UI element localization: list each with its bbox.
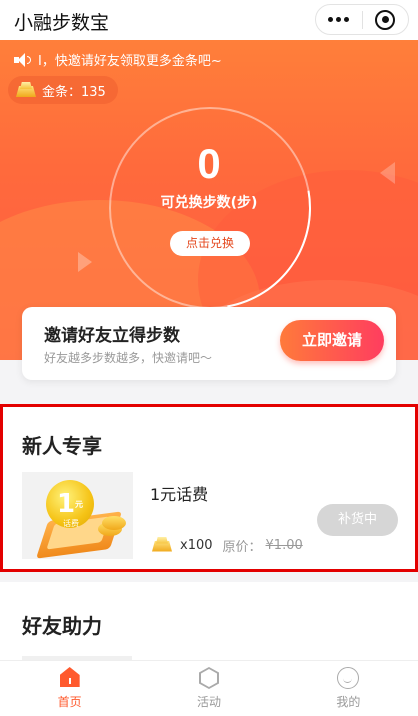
- coin-label: 话费: [63, 519, 79, 528]
- section-title: 新人专享: [22, 434, 102, 458]
- gold-balance: 金条：135: [8, 76, 118, 104]
- invite-button[interactable]: 立即邀请: [280, 320, 384, 361]
- gold-balance-text: 金条：135: [42, 84, 106, 100]
- activity-icon: [198, 667, 219, 689]
- steps-label: 可兑换步数(步): [160, 195, 258, 211]
- more-dots-icon: [328, 17, 334, 22]
- mini-program-capsule: [315, 4, 409, 35]
- more-menu-button[interactable]: [316, 5, 362, 34]
- invite-title: 邀请好友立得步数: [44, 326, 180, 346]
- notice-bar: I，快邀请好友领取更多金条吧~: [14, 50, 222, 69]
- speaker-icon: [14, 52, 32, 67]
- original-price-label: 原价：: [222, 540, 262, 555]
- invite-subtitle: 好友越多步数越多，快邀请吧～: [44, 351, 213, 365]
- tab-activity[interactable]: 活动: [139, 661, 278, 716]
- gold-bar-icon: [14, 82, 38, 98]
- tab-profile[interactable]: 我的: [279, 661, 418, 716]
- price-row: x100 原价： ¥1.00: [150, 536, 303, 555]
- close-mini-program-button[interactable]: [362, 5, 408, 34]
- section-title: 好友助力: [22, 614, 102, 638]
- redeem-button[interactable]: 点击兑换: [170, 231, 250, 256]
- tab-label: 首页: [57, 695, 82, 709]
- steps-count: 0: [197, 140, 221, 187]
- tab-label: 活动: [196, 695, 221, 709]
- product-name[interactable]: 1元话费: [150, 481, 208, 505]
- product-image[interactable]: 1元 话费: [22, 472, 133, 559]
- app-title: 小融步数宝: [14, 12, 110, 34]
- home-icon: [59, 667, 80, 687]
- invite-card: 邀请好友立得步数 好友越多步数越多，快邀请吧～ 立即邀请: [22, 307, 396, 380]
- tab-bar: 首页 活动 我的: [0, 660, 418, 716]
- nav-bar: 小融步数宝: [0, 0, 418, 40]
- restocking-button[interactable]: 补货中: [317, 504, 398, 536]
- gold-cost: x100: [180, 538, 213, 553]
- friends-section: 好友助力: [0, 582, 418, 662]
- tab-label: 我的: [336, 695, 361, 709]
- tab-home[interactable]: 首页: [0, 661, 139, 716]
- notice-text: I，快邀请好友领取更多金条吧~: [38, 54, 222, 69]
- profile-icon: [337, 667, 360, 689]
- gold-bar-icon: [150, 537, 176, 555]
- newbie-section: 新人专享 1元 话费 1元话费 补货中 x100 原价： ¥1.00: [0, 404, 418, 572]
- original-price: ¥1.00: [265, 538, 303, 553]
- decor-triangle-icon: [78, 252, 92, 272]
- target-icon: [375, 9, 396, 30]
